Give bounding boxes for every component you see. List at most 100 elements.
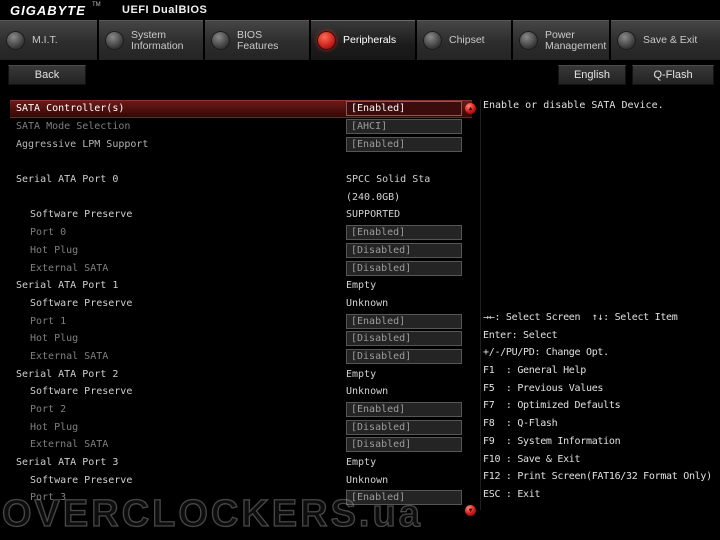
setting-value[interactable]: [AHCI] (346, 119, 462, 134)
scroll-down-icon[interactable]: ▼ (465, 505, 476, 516)
setting-value[interactable]: [Enabled] (346, 314, 462, 329)
setting-label: SATA Controller(s) (10, 103, 346, 114)
setting-label: Serial ATA Port 2 (10, 369, 346, 380)
setting-label: Serial ATA Port 1 (10, 280, 346, 291)
setting-label: SATA Mode Selection (10, 121, 346, 132)
tab-label: BIOSFeatures (237, 30, 278, 52)
setting-value[interactable]: [Disabled] (346, 331, 462, 346)
firmware-title: UEFI DualBIOS (122, 4, 207, 16)
setting-row[interactable]: External SATA[Disabled] (10, 436, 472, 454)
tab-save-exit[interactable]: Save & Exit (611, 20, 720, 60)
setting-row: Serial ATA Port 0SPCC Solid Sta (10, 171, 472, 189)
setting-row[interactable]: Aggressive LPM Support[Enabled] (10, 135, 472, 153)
setting-value[interactable]: [Enabled] (346, 402, 462, 417)
setting-row[interactable]: Port 3[Enabled] (10, 489, 472, 507)
setting-value: SUPPORTED (346, 209, 400, 220)
secondary-toolbar: Back English Q-Flash (0, 60, 720, 94)
key-hint: F5 : Previous Values (483, 383, 717, 401)
qflash-button[interactable]: Q-Flash (632, 65, 714, 85)
system-information-icon (105, 31, 124, 50)
setting-label: Hot Plug (10, 422, 346, 433)
setting-value: Empty (346, 369, 376, 380)
tab-mit[interactable]: M.I.T. (0, 20, 97, 60)
setting-value: (240.0GB) (346, 192, 400, 203)
key-hint: F7 : Optimized Defaults (483, 400, 717, 418)
setting-value[interactable]: [Disabled] (346, 349, 462, 364)
tab-label: Peripherals (343, 35, 396, 46)
tab-label: SystemInformation (131, 30, 184, 52)
setting-row: Serial ATA Port 2Empty (10, 365, 472, 383)
setting-value: Unknown (346, 298, 388, 309)
bios-screen: GIGABYTE TM UEFI DualBIOS M.I.T. SystemIn… (0, 0, 720, 540)
setting-label: External SATA (10, 263, 346, 274)
setting-row[interactable]: SATA Mode Selection[AHCI] (10, 118, 472, 136)
setting-row[interactable]: SATA Controller(s)[Enabled] (10, 100, 472, 118)
language-button[interactable]: English (558, 65, 626, 85)
setting-row[interactable]: Hot Plug[Disabled] (10, 418, 472, 436)
settings-list: SATA Controller(s)[Enabled]SATA Mode Sel… (10, 100, 472, 507)
key-hint: F1 : General Help (483, 365, 717, 383)
chipset-icon (423, 31, 442, 50)
power-management-icon (519, 31, 538, 50)
setting-label: Software Preserve (10, 475, 346, 486)
setting-label: Software Preserve (10, 209, 346, 220)
setting-row[interactable]: Port 2[Enabled] (10, 401, 472, 419)
setting-row (10, 153, 472, 171)
key-hint: F9 : System Information (483, 436, 717, 454)
back-button[interactable]: Back (8, 65, 86, 85)
key-hint: F10 : Save & Exit (483, 454, 717, 472)
setting-value: Unknown (346, 475, 388, 486)
setting-label: Serial ATA Port 0 (10, 174, 346, 185)
tab-bar: M.I.T. SystemInformation BIOSFeatures Perip… (0, 20, 720, 60)
setting-value[interactable]: [Disabled] (346, 261, 462, 276)
titlebar: GIGABYTE TM UEFI DualBIOS (0, 0, 720, 20)
setting-label: Serial ATA Port 3 (10, 457, 346, 468)
setting-label: Software Preserve (10, 386, 346, 397)
key-hint: Enter: Select (483, 330, 717, 348)
setting-row[interactable]: Port 0[Enabled] (10, 224, 472, 242)
setting-label: Hot Plug (10, 333, 346, 344)
tab-power-management[interactable]: PowerManagement (513, 20, 609, 60)
setting-label: External SATA (10, 351, 346, 362)
gigabyte-logo: GIGABYTE (10, 3, 86, 18)
key-legend: →←: Select Screen ↑↓: Select ItemEnter: … (483, 312, 717, 507)
mit-icon (6, 31, 25, 50)
setting-value[interactable]: [Enabled] (346, 490, 462, 505)
key-hint: F8 : Q-Flash (483, 418, 717, 436)
setting-value: SPCC Solid Sta (346, 174, 430, 185)
setting-row[interactable]: Port 1[Enabled] (10, 312, 472, 330)
key-hint: F12 : Print Screen(FAT16/32 Format Only) (483, 471, 717, 489)
setting-label: Software Preserve (10, 298, 346, 309)
key-hint: ESC : Exit (483, 489, 717, 507)
setting-value[interactable]: [Enabled] (346, 225, 462, 240)
save-exit-icon (617, 31, 636, 50)
tab-label: Save & Exit (643, 35, 697, 46)
trademark-mark: TM (92, 2, 101, 8)
setting-row[interactable]: External SATA[Disabled] (10, 259, 472, 277)
setting-value[interactable]: [Enabled] (346, 101, 462, 116)
setting-row: Software PreserveUnknown (10, 295, 472, 313)
setting-label: Port 2 (10, 404, 346, 415)
setting-row: Software PreserveUnknown (10, 471, 472, 489)
setting-value[interactable]: [Disabled] (346, 437, 462, 452)
key-hint: +/-/PU/PD: Change Opt. (483, 347, 717, 365)
setting-value[interactable]: [Disabled] (346, 243, 462, 258)
setting-value: Unknown (346, 386, 388, 397)
scroll-up-icon[interactable]: ▲ (465, 103, 476, 114)
setting-row[interactable]: Hot Plug[Disabled] (10, 330, 472, 348)
tab-chipset[interactable]: Chipset (417, 20, 511, 60)
setting-row: Serial ATA Port 1Empty (10, 277, 472, 295)
tab-label: M.I.T. (32, 35, 58, 46)
setting-value: Empty (346, 457, 376, 468)
setting-value[interactable]: [Enabled] (346, 137, 462, 152)
setting-row[interactable]: Hot Plug[Disabled] (10, 242, 472, 260)
tab-system-information[interactable]: SystemInformation (99, 20, 203, 60)
setting-row: Software PreserveSUPPORTED (10, 206, 472, 224)
tab-bios-features[interactable]: BIOSFeatures (205, 20, 309, 60)
setting-label: Hot Plug (10, 245, 346, 256)
setting-row[interactable]: External SATA[Disabled] (10, 348, 472, 366)
setting-value[interactable]: [Disabled] (346, 420, 462, 435)
tab-label: Chipset (449, 35, 485, 46)
help-panel: Enable or disable SATA Device. →←: Selec… (480, 100, 719, 510)
tab-peripherals[interactable]: Peripherals (311, 20, 415, 60)
